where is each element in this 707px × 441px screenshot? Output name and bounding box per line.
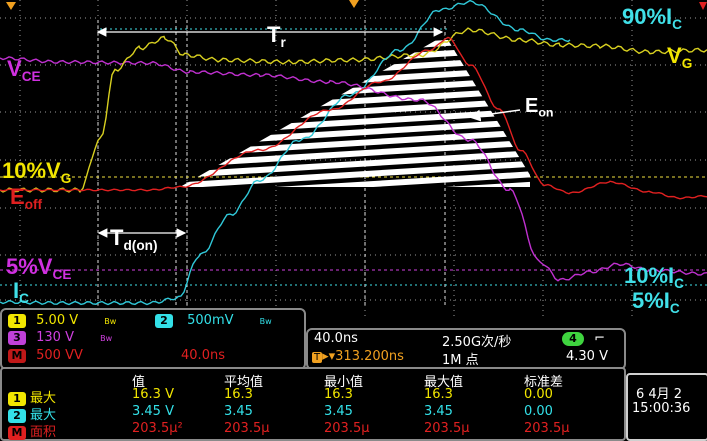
- measure-cell: 203.5μ: [324, 421, 370, 436]
- measure-cell: 16.3: [324, 387, 353, 402]
- ch2-setting[interactable]: 2 500mV Bw: [155, 313, 272, 328]
- math-badge: M: [8, 349, 26, 363]
- trigger-level[interactable]: 4.30 V: [566, 349, 608, 364]
- measurement-panel: 值平均值 最小值 最大值 标准差 1 最大 16.3 V 16.3 16.3 16.3 0.00 2 最…: [0, 367, 626, 441]
- ch3-setting[interactable]: 3 130 V Bw: [8, 330, 112, 345]
- vce-sub: CE: [21, 68, 41, 84]
- tr-label: Tr: [267, 22, 286, 50]
- math-time: 40.0ns: [181, 348, 225, 363]
- ic10-label: 10%IC: [624, 263, 684, 291]
- oscilloscope-screen: Tr VCE 90%IC VG Eon 10%VG Eoff Td(on) 5%…: [0, 0, 707, 441]
- measure-row-badge: M: [8, 426, 26, 440]
- ic10-text: 10%I: [624, 263, 675, 288]
- vg-sub: G: [681, 55, 693, 71]
- tdon-sub: d(on): [123, 237, 158, 253]
- trigger-position-icon: [349, 0, 359, 8]
- eoff-label: Eoff: [10, 184, 43, 212]
- measure-cell: 0.00: [524, 404, 553, 419]
- ch3-badge: 3: [8, 331, 26, 345]
- record-length: 1M 点: [442, 353, 479, 368]
- measure-cell: 203.5μ: [424, 421, 470, 436]
- vce5-text: 5%V: [6, 254, 53, 279]
- ic5-sub: C: [669, 300, 680, 316]
- channel-settings-panel: 1 5.00 V Bw 2 500mV Bw 3 130 V Bw M 500 …: [0, 308, 306, 370]
- rising-edge-icon: ⌐: [594, 331, 606, 346]
- eoff-sub: off: [24, 196, 43, 212]
- ic90-text: 90%I: [622, 4, 673, 29]
- ic-label: IC: [13, 280, 29, 306]
- measure-cell: 203.5μ: [224, 421, 270, 436]
- measure-cell: 203.5μ: [524, 421, 570, 436]
- measure-row-label[interactable]: M 面积: [8, 421, 56, 440]
- vg10-label: 10%VG: [2, 158, 72, 186]
- ch1-setting[interactable]: 1 5.00 V Bw: [8, 313, 116, 328]
- ch1-badge: 1: [8, 314, 26, 328]
- measure-cell: 3.45: [224, 404, 253, 419]
- trigger-delay[interactable]: T ▸▾313.200ns: [312, 349, 404, 364]
- ic5-text: 5%I: [632, 288, 670, 313]
- measure-row-name: 面积: [30, 425, 57, 440]
- eon-sub: on: [538, 105, 554, 120]
- date-display: 6 4月 2: [636, 387, 683, 402]
- top-markers: [6, 0, 707, 10]
- vg10-text: 10%V: [2, 158, 61, 183]
- sample-rate: 2.50G次/秒: [442, 335, 512, 350]
- horizontal-scale[interactable]: 40.0ns: [314, 331, 358, 346]
- tr-sub: r: [280, 34, 286, 50]
- delay-value: ▸▾313.200ns: [322, 349, 404, 364]
- vce5-sub: CE: [52, 266, 72, 282]
- eoff-text: E: [10, 184, 25, 209]
- ic10-sub: C: [674, 275, 684, 291]
- eon-text: E: [525, 95, 539, 117]
- ch2-scale: 500mV: [187, 313, 234, 328]
- ch1-scale: 5.00 V: [36, 313, 79, 328]
- measure-cell: 16.3 V: [132, 387, 174, 402]
- waveform-display: [0, 0, 707, 320]
- vg-text: V: [667, 43, 682, 68]
- ic90-label: 90%IC: [622, 4, 682, 32]
- ic-sub: C: [19, 290, 29, 306]
- ch2-badge: 2: [155, 314, 173, 328]
- tdon-label: Td(on): [110, 225, 158, 253]
- trigger-channel[interactable]: 4 ⌐: [562, 331, 605, 346]
- math-setting[interactable]: M 500 VV 40.0ns: [8, 348, 225, 363]
- measure-cell: 16.3: [424, 387, 453, 402]
- measure-cell: 3.45: [424, 404, 453, 419]
- left-marker-icon: [6, 2, 16, 10]
- datetime-panel: 6 4月 2 15:00:36: [626, 373, 707, 441]
- delay-marker-icon: T: [312, 352, 323, 363]
- bandwidth-icon: Bw: [104, 317, 117, 326]
- trigger-ch-badge: 4: [562, 332, 584, 346]
- measure-cell: 16.3: [224, 387, 253, 402]
- time-display: 15:00:36: [632, 401, 691, 416]
- vce-text: V: [7, 56, 22, 81]
- measure-cell: 3.45 V: [132, 404, 174, 419]
- bandwidth-icon: Bw: [100, 334, 113, 343]
- tdon-text: T: [110, 225, 124, 250]
- vg-label: VG: [667, 43, 693, 71]
- timebase-panel: 40.0ns 2.50G次/秒 4 ⌐ T ▸▾313.200ns 1M 点 4.…: [306, 328, 626, 370]
- reference-lines: [0, 28, 707, 286]
- ic90-sub: C: [672, 16, 682, 32]
- ch3-scale: 130 V: [36, 330, 74, 345]
- vce-label: VCE: [7, 56, 41, 84]
- measure-cell: 3.45: [324, 404, 353, 419]
- ic5-label: 5%IC: [632, 288, 680, 316]
- right-marker-icon: [699, 2, 707, 10]
- measure-cell: 203.5μ²: [132, 421, 183, 436]
- bandwidth-icon: Bw: [259, 317, 272, 326]
- eon-label: Eon: [525, 96, 553, 119]
- measure-cell: 0.00: [524, 387, 553, 402]
- vg10-sub: G: [60, 170, 72, 186]
- tr-text: T: [267, 22, 281, 47]
- math-scale: 500 VV: [36, 348, 83, 363]
